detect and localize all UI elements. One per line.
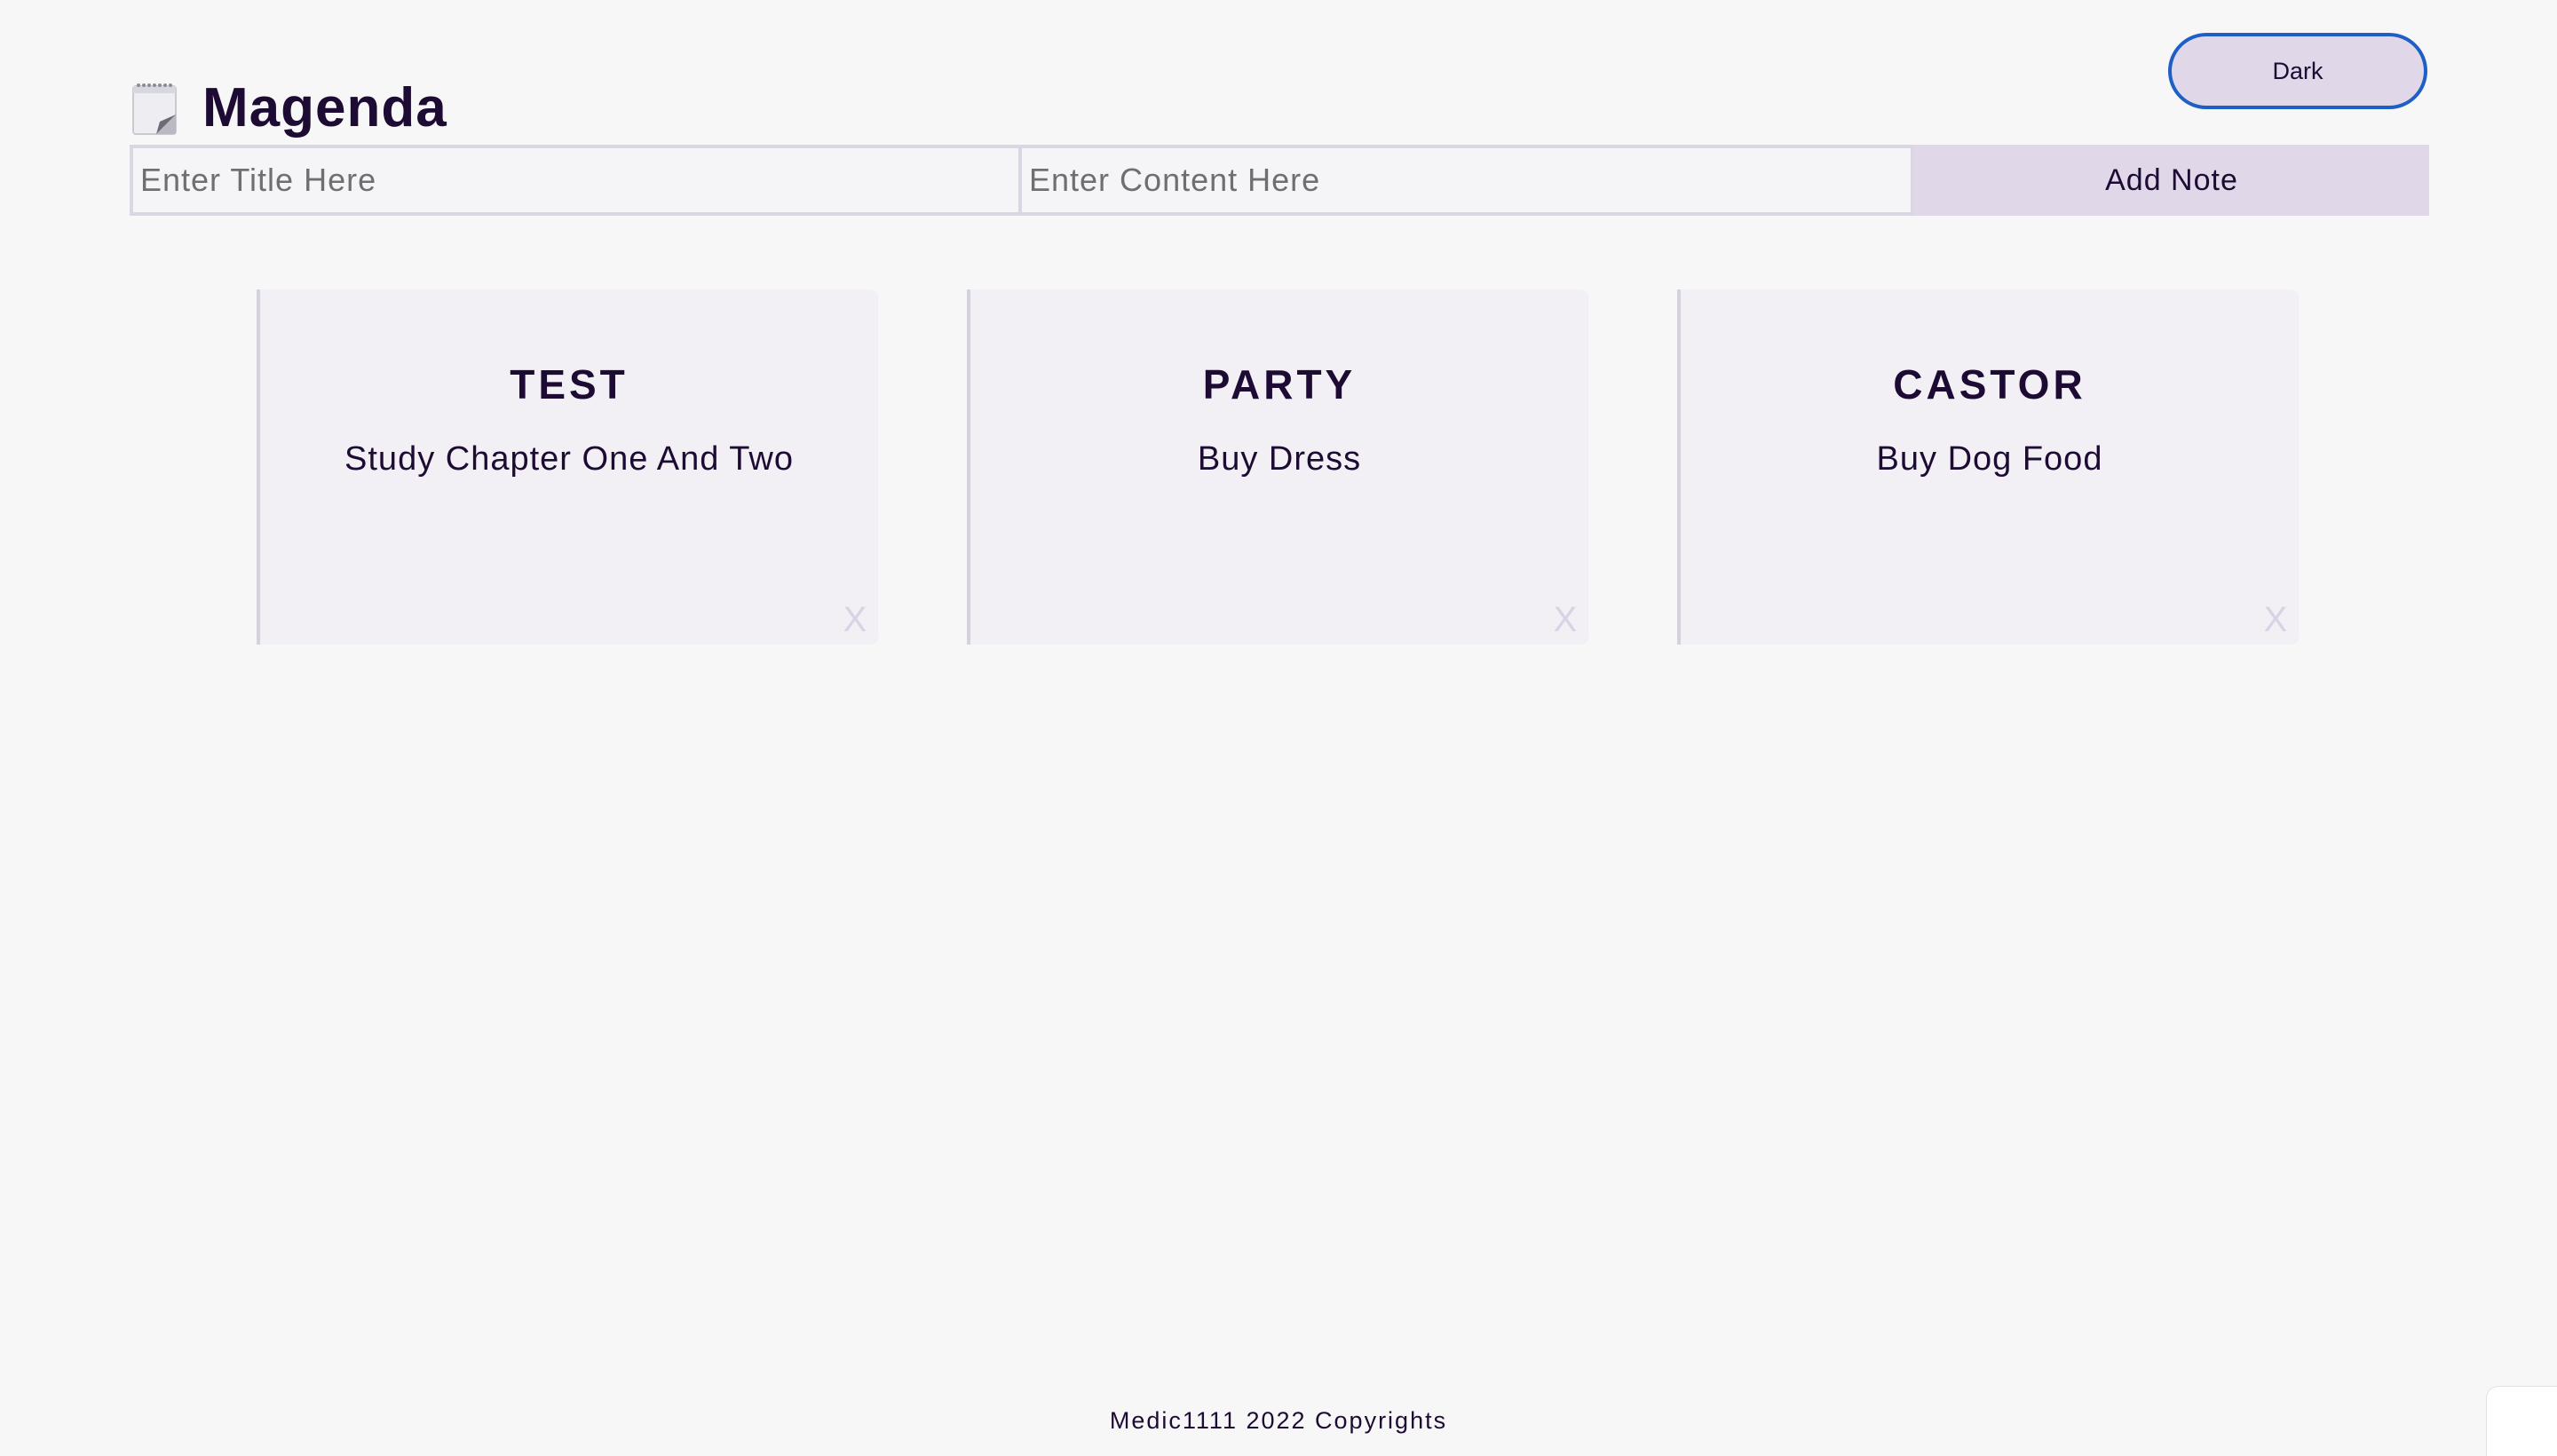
notepad-icon xyxy=(130,81,181,136)
note-card: TEST Study Chapter One And Two X xyxy=(257,289,878,645)
footer-copyright: Medic1111 2022 Copyrights xyxy=(1109,1407,1448,1434)
add-note-button[interactable]: Add Note xyxy=(1914,145,2429,216)
app-header: Magenda Dark xyxy=(130,33,2427,135)
app-title: Magenda xyxy=(202,76,447,138)
delete-note-button[interactable]: X xyxy=(1549,602,1581,637)
note-card: PARTY Buy Dress X xyxy=(967,289,1588,645)
delete-note-button[interactable]: X xyxy=(839,602,871,637)
notes-grid: TEST Study Chapter One And Two X PARTY B… xyxy=(257,289,2299,645)
note-title: PARTY xyxy=(1202,361,1357,408)
note-content: Buy Dress xyxy=(1197,440,1362,478)
dark-mode-toggle[interactable]: Dark xyxy=(2168,33,2427,109)
note-content-input[interactable] xyxy=(1022,145,1914,216)
note-title: CASTOR xyxy=(1893,361,2086,408)
note-content: Buy Dog Food xyxy=(1876,440,2103,478)
delete-note-button[interactable]: X xyxy=(2260,602,2292,637)
add-note-form: Add Note xyxy=(130,145,2429,216)
note-content: Study Chapter One And Two xyxy=(344,440,794,478)
note-card: CASTOR Buy Dog Food X xyxy=(1677,289,2299,645)
corner-widget xyxy=(2486,1386,2557,1456)
note-title-input[interactable] xyxy=(130,145,1022,216)
note-title: TEST xyxy=(510,361,629,408)
